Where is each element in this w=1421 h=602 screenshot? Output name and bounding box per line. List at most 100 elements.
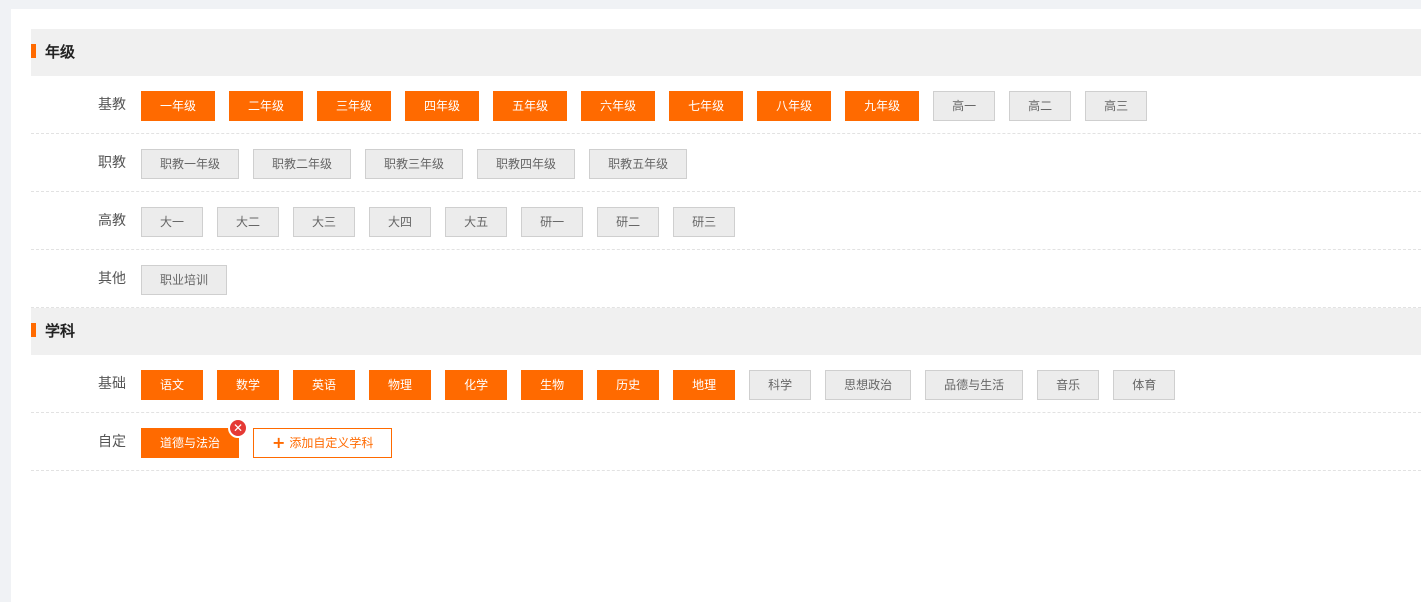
option-chip-label: 研一 [540,215,565,229]
option-chip[interactable]: 七年级 [669,91,744,121]
option-chip-label: 音乐 [1056,378,1081,392]
option-chip[interactable]: 大一 [141,207,204,237]
grade-row-higher: 高教 大一 大二 大三 大四 大五 研一 研二 研三 [31,192,1421,250]
option-chip[interactable]: 九年级 [845,91,920,121]
option-chip-label: 大五 [464,215,489,229]
grade-section-title: 年级 [45,43,76,61]
row-label-subject-basic: 基础 [98,376,126,392]
option-chip-label: 地理 [692,378,717,392]
subject-section-header: 学科 [31,308,1421,355]
option-chip[interactable]: 职教三年级 [365,149,464,179]
remove-icon[interactable]: ✕ [228,418,249,438]
option-chip-label: 职教三年级 [384,157,445,171]
subject-custom-options: 道德与法治 ✕ + 添加自定义学科 [141,418,393,458]
option-chip-label: 三年级 [336,99,373,113]
add-custom-subject-label: 添加自定义学科 [289,436,374,450]
grade-row-other: 其他 职业培训 [31,250,1421,308]
option-chip-label: 四年级 [424,99,461,113]
option-chip[interactable]: 四年级 [405,91,480,121]
grade-row-vocational: 职教 职教一年级 职教二年级 职教三年级 职教四年级 职教五年级 [31,134,1421,192]
option-chip-label: 历史 [616,378,641,392]
content-panel: 年级 基教 一年级 二年级 三年级 四年级 五年级 六年级 七年级 八年级 九年级 高一 高二 高三 … [11,9,1421,602]
subject-row-basic: 基础 语文 数学 英语 物理 化学 生物 历史 地理 科学 思想政治 品德与生活 音乐 体育 [31,355,1421,413]
option-chip[interactable]: 研三 [673,207,736,237]
option-chip[interactable]: 职教二年级 [253,149,352,179]
option-chip[interactable]: 生物 [521,370,584,400]
option-chip[interactable]: 大二 [217,207,280,237]
option-chip[interactable]: 职教四年级 [477,149,576,179]
option-chip-label: 职业培训 [160,273,209,287]
option-chip[interactable]: 二年级 [229,91,304,121]
option-chip-label: 九年级 [864,99,901,113]
option-chip[interactable]: 八年级 [757,91,832,121]
option-chip[interactable]: 思想政治 [825,370,912,400]
option-chip-label: 大三 [312,215,337,229]
option-chip-label: 生物 [540,378,565,392]
option-chip[interactable]: 品德与生活 [925,370,1024,400]
option-chip[interactable]: 体育 [1113,370,1176,400]
section-accent-bar [31,323,36,337]
subject-row-custom: 自定 道德与法治 ✕ + 添加自定义学科 [31,413,1421,471]
option-chip[interactable]: 科学 [749,370,812,400]
option-chip-label: 七年级 [688,99,725,113]
option-chip[interactable]: 化学 [445,370,508,400]
option-chip[interactable]: 大五 [445,207,508,237]
option-chip[interactable]: 一年级 [141,91,216,121]
option-chip-label: 思想政治 [844,378,893,392]
option-chip[interactable]: 职教一年级 [141,149,240,179]
option-chip-label: 数学 [236,378,261,392]
subject-basic-options: 语文 数学 英语 物理 化学 生物 历史 地理 科学 思想政治 品德与生活 音乐 体育 [141,370,1176,400]
option-chip[interactable]: 数学 [217,370,280,400]
option-chip-label: 职教二年级 [272,157,333,171]
option-chip[interactable]: 语文 [141,370,204,400]
option-chip-label: 品德与生活 [944,378,1005,392]
option-chip[interactable]: 高三 [1085,91,1148,121]
grade-other-options: 职业培训 [141,265,228,295]
option-chip[interactable]: 高二 [1009,91,1072,121]
option-chip-label: 高三 [1104,99,1129,113]
option-chip[interactable]: 研一 [521,207,584,237]
option-chip-label: 一年级 [160,99,197,113]
row-label-higher: 高教 [98,213,126,229]
option-chip-label: 职教五年级 [608,157,669,171]
option-chip[interactable]: 大三 [293,207,356,237]
option-chip-label: 八年级 [776,99,813,113]
option-chip-label: 高二 [1028,99,1053,113]
option-chip-label: 高一 [952,99,977,113]
subject-section-title: 学科 [45,322,76,340]
grade-higher-options: 大一 大二 大三 大四 大五 研一 研二 研三 [141,207,736,237]
row-label-vocational: 职教 [98,155,126,171]
grade-section-header: 年级 [31,29,1421,76]
option-chip-label: 大一 [160,215,185,229]
row-label-basic: 基教 [98,97,126,113]
option-chip-label: 六年级 [600,99,637,113]
option-chip[interactable]: 地理 [673,370,736,400]
option-chip[interactable]: 大四 [369,207,432,237]
option-chip[interactable]: 音乐 [1037,370,1100,400]
option-chip-label: 大二 [236,215,261,229]
option-chip-label: 科学 [768,378,793,392]
option-chip-label: 大四 [388,215,413,229]
grade-basic-options: 一年级 二年级 三年级 四年级 五年级 六年级 七年级 八年级 九年级 高一 高二 高三 [141,91,1148,121]
plus-icon: + [272,433,286,452]
option-chip[interactable]: 六年级 [581,91,656,121]
option-chip[interactable]: 研二 [597,207,660,237]
option-chip[interactable]: 职教五年级 [589,149,688,179]
option-chip-label: 职教一年级 [160,157,221,171]
option-chip[interactable]: 历史 [597,370,660,400]
row-label-subject-custom: 自定 [98,434,126,450]
option-chip[interactable]: 物理 [369,370,432,400]
option-chip-label: 英语 [312,378,337,392]
option-chip[interactable]: 道德与法治 ✕ [141,418,249,458]
option-chip[interactable]: 英语 [293,370,356,400]
option-chip-label: 二年级 [248,99,285,113]
option-chip[interactable]: 五年级 [493,91,568,121]
option-chip[interactable]: 三年级 [317,91,392,121]
option-chip[interactable]: 职业培训 [141,265,228,295]
option-chip-label: 研三 [692,215,717,229]
option-chip[interactable]: 高一 [933,91,996,121]
option-chip-label: 语文 [160,378,185,392]
grade-vocational-options: 职教一年级 职教二年级 职教三年级 职教四年级 职教五年级 [141,149,688,179]
option-chip-label: 化学 [464,378,489,392]
add-custom-subject-button[interactable]: + 添加自定义学科 [253,428,393,458]
